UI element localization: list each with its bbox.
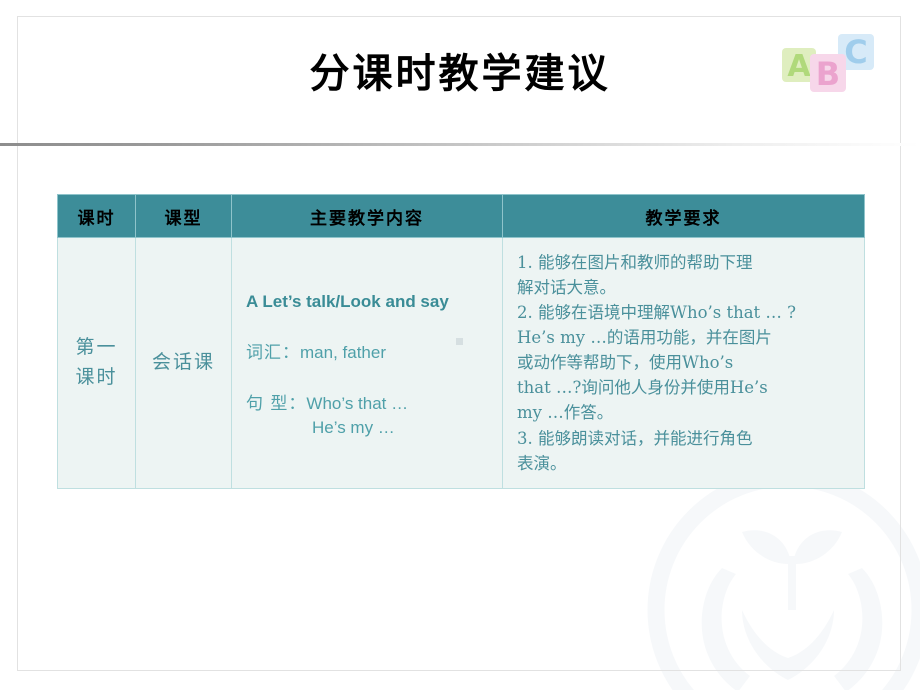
requirement-line: 解对话大意。 <box>517 278 616 298</box>
requirements-list: 1. 能够在图片和教师的帮助下理 解对话大意。 2. 能够在语境中理解Who’s t… <box>517 250 854 476</box>
column-header-main-content: 主要教学内容 <box>231 194 503 238</box>
sentence-pattern-value-2: He’s my … <box>312 417 395 437</box>
slide-canvas: A C B 分课时教学建议 课时 课型 主要教学内容 教学要求 第一 课时 会话… <box>0 0 920 690</box>
table-body: 第一 课时 会话课 A Let’s talk/Look and say 词汇：m… <box>57 237 865 489</box>
sentence-pattern-label: 句 型： <box>246 393 307 414</box>
column-header-period: 课时 <box>57 194 136 238</box>
requirement-line: 表演。 <box>517 453 567 473</box>
sentence-pattern-line: 句 型：Who’s that … <box>246 389 492 414</box>
page-title: 分课时教学建议 <box>309 50 611 97</box>
hands-holding-sprout-watermark <box>647 469 920 690</box>
cell-period: 第一 课时 <box>57 237 136 489</box>
period-label: 第一 课时 <box>75 336 118 388</box>
requirement-line: that …?询问他人身份并使用He’s <box>517 378 768 398</box>
requirement-line: 2. 能够在语境中理解Who’s that … ? <box>517 303 797 323</box>
requirement-line: my …作答。 <box>517 403 614 423</box>
requirement-line: He’s my …的语用功能，并在图片 <box>517 328 772 348</box>
cell-teaching-requirements: 1. 能够在图片和教师的帮助下理 解对话大意。 2. 能够在语境中理解Who’s t… <box>502 237 865 489</box>
vocabulary-label: 词汇： <box>246 342 300 363</box>
requirement-line: 3. 能够朗读对话，并能进行角色 <box>517 428 753 448</box>
sentence-pattern-value: Who’s that … <box>306 393 409 413</box>
table-header-row: 课时 课型 主要教学内容 教学要求 <box>57 194 865 238</box>
table-header: 课时 课型 主要教学内容 教学要求 <box>57 194 865 238</box>
cell-main-content: A Let’s talk/Look and say 词汇：man, father… <box>231 237 503 489</box>
stray-marker-artifact <box>456 338 463 345</box>
title-divider-rule <box>0 143 920 146</box>
table-row: 第一 课时 会话课 A Let’s talk/Look and say 词汇：m… <box>57 237 865 489</box>
requirement-line: 1. 能够在图片和教师的帮助下理 <box>517 253 753 272</box>
requirement-line: 或动作等帮助下，使用Who’s <box>517 353 734 373</box>
content-heading: A Let’s talk/Look and say <box>246 291 449 311</box>
column-header-lesson-type: 课型 <box>135 194 232 238</box>
vocabulary-value: man, father <box>300 342 386 362</box>
cell-lesson-type: 会话课 <box>135 237 232 489</box>
column-header-teaching-requirements: 教学要求 <box>502 194 865 238</box>
